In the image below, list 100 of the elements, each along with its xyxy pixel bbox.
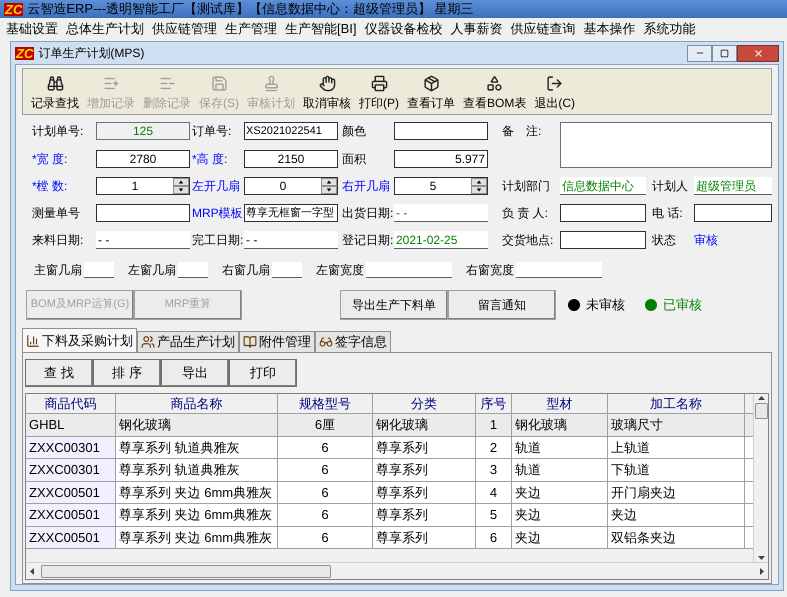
menu-item[interactable]: 总体生产计划 bbox=[62, 19, 148, 39]
table-row[interactable]: ZXXC00501 尊享系列 夹边 6mm典雅灰 6 尊享系列 5 夹边 夹边 bbox=[26, 504, 753, 526]
field-label: 左窗几扇 bbox=[128, 262, 176, 279]
input-field[interactable]: 超级管理员 bbox=[694, 177, 772, 195]
menu-item[interactable]: 仪器设备检校 bbox=[360, 19, 447, 39]
panel-button[interactable]: 查 找 bbox=[25, 359, 93, 387]
menu-item[interactable]: 人事薪资 bbox=[446, 19, 507, 39]
table-cell: 夹边 bbox=[512, 526, 608, 549]
toolbar-button[interactable]: 退出(C) bbox=[534, 75, 576, 112]
input-field[interactable]: 2021-02-25 bbox=[394, 231, 488, 249]
stamp-icon bbox=[262, 75, 280, 92]
column-header[interactable]: 商品代码 bbox=[26, 394, 116, 414]
spin-field[interactable]: 1 bbox=[96, 177, 190, 195]
input-field[interactable]: - - bbox=[244, 231, 338, 249]
column-header[interactable]: 分类 bbox=[373, 394, 476, 414]
spin-field[interactable]: 0 bbox=[244, 177, 338, 195]
table-row[interactable]: ZXXC00301 尊享系列 轨道典雅灰 6 尊享系列 2 轨道 上轨道 bbox=[26, 436, 753, 459]
table-row[interactable]: ZXXC00501 尊享系列 夹边 6mm典雅灰 6 尊享系列 6 夹边 双铝条夹边 bbox=[26, 526, 753, 549]
menu-item[interactable]: 基本操作 bbox=[580, 19, 640, 39]
column-header[interactable]: 序号 bbox=[476, 394, 512, 414]
tab[interactable]: 附件管理 bbox=[239, 331, 315, 352]
input-field[interactable]: 信息数据中心 bbox=[560, 177, 646, 195]
field-label: 右窗宽度 bbox=[466, 262, 514, 279]
app-logo: ZC bbox=[4, 2, 24, 16]
input-field[interactable]: 5.977 bbox=[394, 150, 488, 168]
column-header[interactable]: 加工名称 bbox=[608, 394, 745, 414]
panel-button[interactable]: 排 序 bbox=[93, 359, 161, 387]
input-field[interactable] bbox=[96, 204, 190, 222]
tab[interactable]: 下料及采购计划 bbox=[22, 328, 137, 352]
table-row[interactable]: ZXXC00301 尊享系列 轨道典雅灰 6 尊享系列 3 轨道 下轨道 bbox=[26, 459, 753, 482]
input-field[interactable] bbox=[394, 122, 488, 140]
field-label: 负 责 人: bbox=[502, 205, 550, 222]
menu-item[interactable]: 系统功能 bbox=[640, 19, 700, 39]
input-field[interactable]: 2780 bbox=[96, 150, 190, 168]
tab[interactable]: 产品生产计划 bbox=[137, 331, 239, 352]
spin-up-icon[interactable] bbox=[173, 178, 189, 186]
plan-number-field[interactable]: 125 bbox=[96, 122, 190, 140]
field-label: 计划人 bbox=[652, 178, 689, 195]
scroll-right-icon[interactable] bbox=[757, 566, 766, 576]
table-cell: 尊享系列 bbox=[373, 526, 476, 549]
scroll-thumb[interactable] bbox=[754, 403, 768, 419]
legend-label: 已审核 bbox=[663, 296, 702, 314]
spin-down-icon[interactable] bbox=[173, 186, 189, 194]
toolbar-button[interactable]: 查看订单 bbox=[407, 75, 455, 112]
field-label: 测量单号 bbox=[32, 205, 81, 222]
input-field[interactable]: 2150 bbox=[244, 150, 338, 168]
table-cell: 尊享系列 夹边 6mm典雅灰 bbox=[116, 526, 278, 549]
field-label: 出货日期: bbox=[342, 205, 392, 222]
menu-item[interactable]: 基础设置 bbox=[2, 19, 62, 39]
tab[interactable]: 签字信息 bbox=[315, 331, 391, 352]
action-button[interactable]: 留言通知 bbox=[448, 290, 556, 320]
horizontal-scrollbar[interactable] bbox=[26, 562, 768, 579]
input-field[interactable] bbox=[560, 231, 646, 249]
table-row[interactable]: GHBL 钢化玻璃 6厘 钢化玻璃 1 钢化玻璃 玻璃尺寸 bbox=[26, 414, 753, 436]
panel-button[interactable]: 打印 bbox=[229, 359, 297, 387]
input-field[interactable] bbox=[516, 262, 602, 278]
input-field[interactable] bbox=[366, 262, 452, 278]
input-field[interactable] bbox=[178, 262, 208, 278]
input-field[interactable]: XS2021022541 bbox=[244, 122, 338, 140]
panel-button[interactable]: 导出 bbox=[161, 359, 229, 387]
toolbar-button[interactable]: 查看BOM表 bbox=[463, 75, 526, 112]
scroll-thumb[interactable] bbox=[41, 564, 331, 578]
input-field[interactable] bbox=[694, 204, 772, 222]
toolbar-button[interactable]: 记录查找 bbox=[31, 75, 79, 112]
vertical-scrollbar[interactable] bbox=[753, 394, 768, 562]
column-header[interactable]: 型材 bbox=[512, 394, 608, 414]
field-label: *高 度: bbox=[192, 150, 228, 168]
input-field[interactable] bbox=[272, 262, 302, 278]
input-field[interactable]: - - bbox=[96, 231, 190, 249]
input-field[interactable]: 尊享无框窗一字型 bbox=[244, 204, 338, 222]
menu-item[interactable]: 生产智能[BI] bbox=[281, 19, 361, 39]
spin-up-icon[interactable] bbox=[321, 178, 337, 186]
input-field[interactable]: - - bbox=[394, 204, 488, 222]
table-cell: ZXXC00501 bbox=[26, 504, 116, 526]
field-label: 状态 bbox=[652, 232, 677, 249]
close-button[interactable] bbox=[737, 44, 779, 62]
field-label: 颜色 bbox=[342, 123, 367, 140]
printer-icon bbox=[370, 75, 388, 92]
input-field[interactable] bbox=[84, 262, 114, 278]
action-button[interactable]: 导出生产下料单 bbox=[340, 290, 448, 320]
spin-up-icon[interactable] bbox=[471, 178, 487, 186]
field-label: 来料日期: bbox=[32, 232, 84, 249]
menu-item[interactable]: 供应链管理 bbox=[148, 19, 221, 39]
column-header[interactable]: 商品名称 bbox=[116, 394, 278, 414]
spin-down-icon[interactable] bbox=[321, 186, 337, 194]
field-label: 交货地点: bbox=[502, 232, 554, 249]
scroll-left-icon[interactable] bbox=[28, 566, 37, 576]
table-row[interactable]: ZXXC00501 尊享系列 夹边 6mm典雅灰 6 尊享系列 4 夹边 开门扇夹边 bbox=[26, 482, 753, 504]
maximize-button[interactable] bbox=[712, 44, 737, 62]
table-cell: ZXXC00301 bbox=[26, 436, 116, 459]
input-field[interactable] bbox=[560, 204, 646, 222]
toolbar-button[interactable]: 打印(P) bbox=[359, 75, 399, 112]
menu-item[interactable]: 生产管理 bbox=[221, 19, 281, 39]
spin-field[interactable]: 5 bbox=[394, 177, 488, 195]
toolbar-button[interactable]: 取消审核 bbox=[303, 75, 351, 112]
column-header[interactable]: 规格型号 bbox=[278, 394, 373, 414]
spin-down-icon[interactable] bbox=[471, 186, 487, 194]
memo-field[interactable] bbox=[560, 122, 772, 168]
field-label: 订单号: bbox=[192, 123, 232, 140]
menu-item[interactable]: 供应链查询 bbox=[506, 19, 580, 39]
